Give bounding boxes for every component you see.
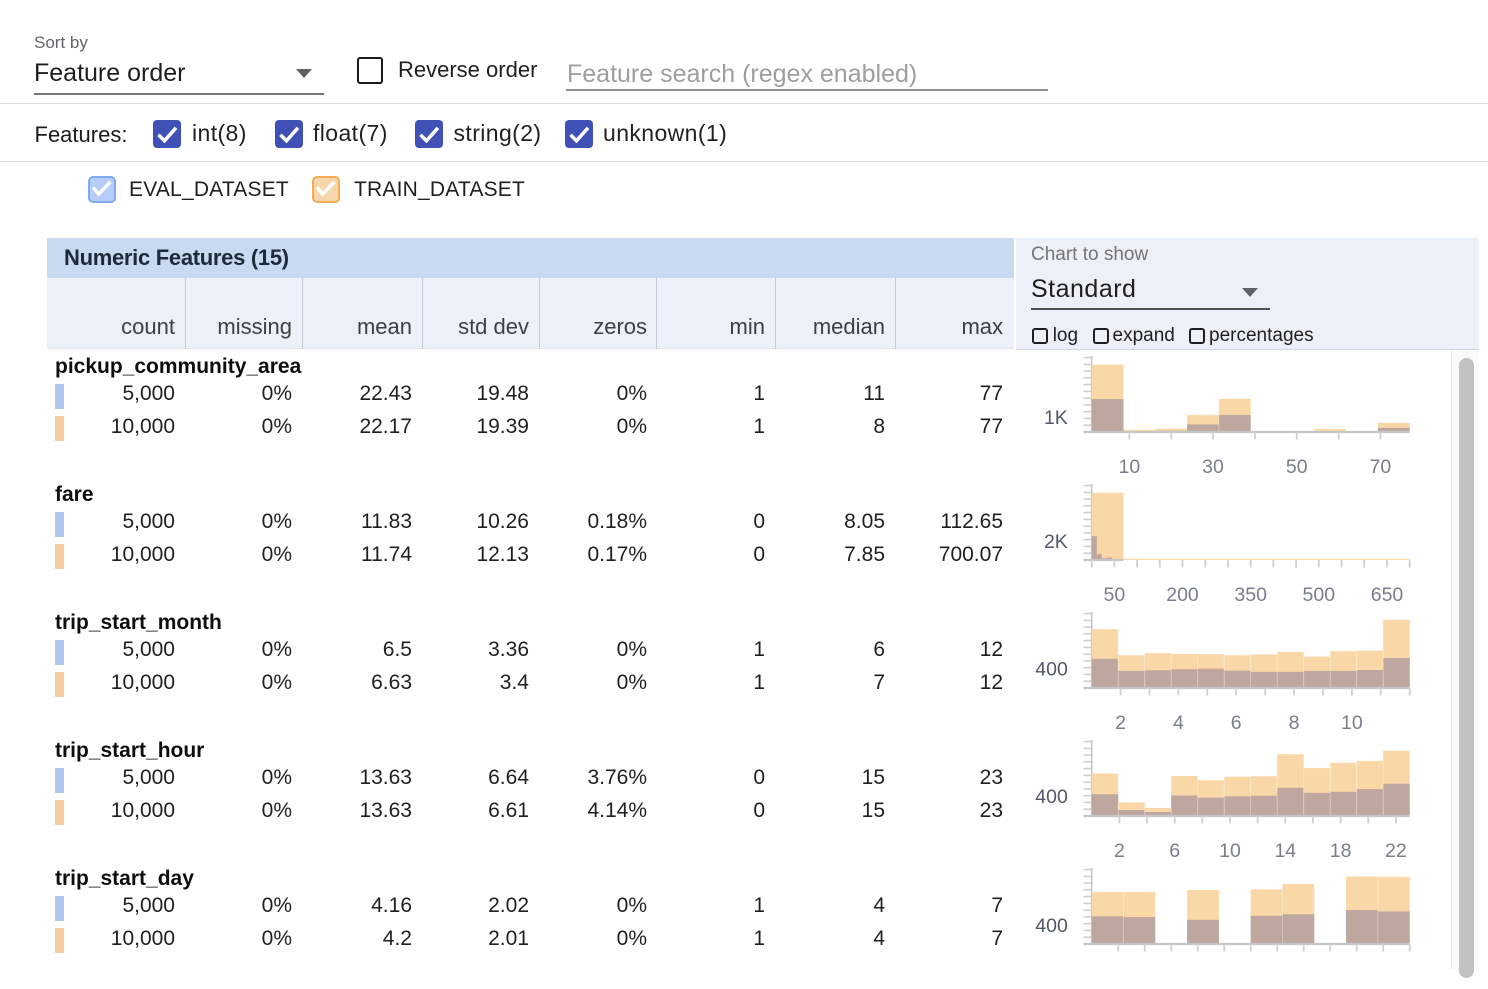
svg-text:10: 10 — [1119, 456, 1141, 477]
svg-text:4: 4 — [1173, 712, 1184, 733]
svg-text:650: 650 — [1371, 584, 1404, 605]
svg-text:50: 50 — [1286, 456, 1308, 477]
svg-text:70: 70 — [1370, 456, 1392, 477]
svg-text:10: 10 — [1219, 840, 1241, 861]
svg-text:6: 6 — [1169, 840, 1180, 861]
svg-text:500: 500 — [1303, 584, 1336, 605]
svg-text:400: 400 — [1035, 786, 1068, 808]
svg-text:50: 50 — [1104, 584, 1126, 605]
svg-text:6: 6 — [1231, 712, 1242, 733]
svg-text:350: 350 — [1234, 584, 1267, 605]
svg-text:14: 14 — [1274, 840, 1296, 861]
svg-text:400: 400 — [1035, 659, 1068, 681]
svg-text:30: 30 — [1202, 456, 1224, 477]
svg-text:1K: 1K — [1044, 407, 1068, 429]
svg-text:400: 400 — [1035, 915, 1068, 937]
svg-text:200: 200 — [1166, 584, 1199, 605]
svg-text:10: 10 — [1341, 712, 1363, 733]
svg-text:2K: 2K — [1044, 531, 1068, 553]
svg-text:8: 8 — [1289, 712, 1300, 733]
svg-text:2: 2 — [1115, 712, 1126, 733]
svg-text:2: 2 — [1114, 840, 1125, 861]
svg-text:18: 18 — [1330, 840, 1352, 861]
svg-text:22: 22 — [1385, 840, 1407, 861]
